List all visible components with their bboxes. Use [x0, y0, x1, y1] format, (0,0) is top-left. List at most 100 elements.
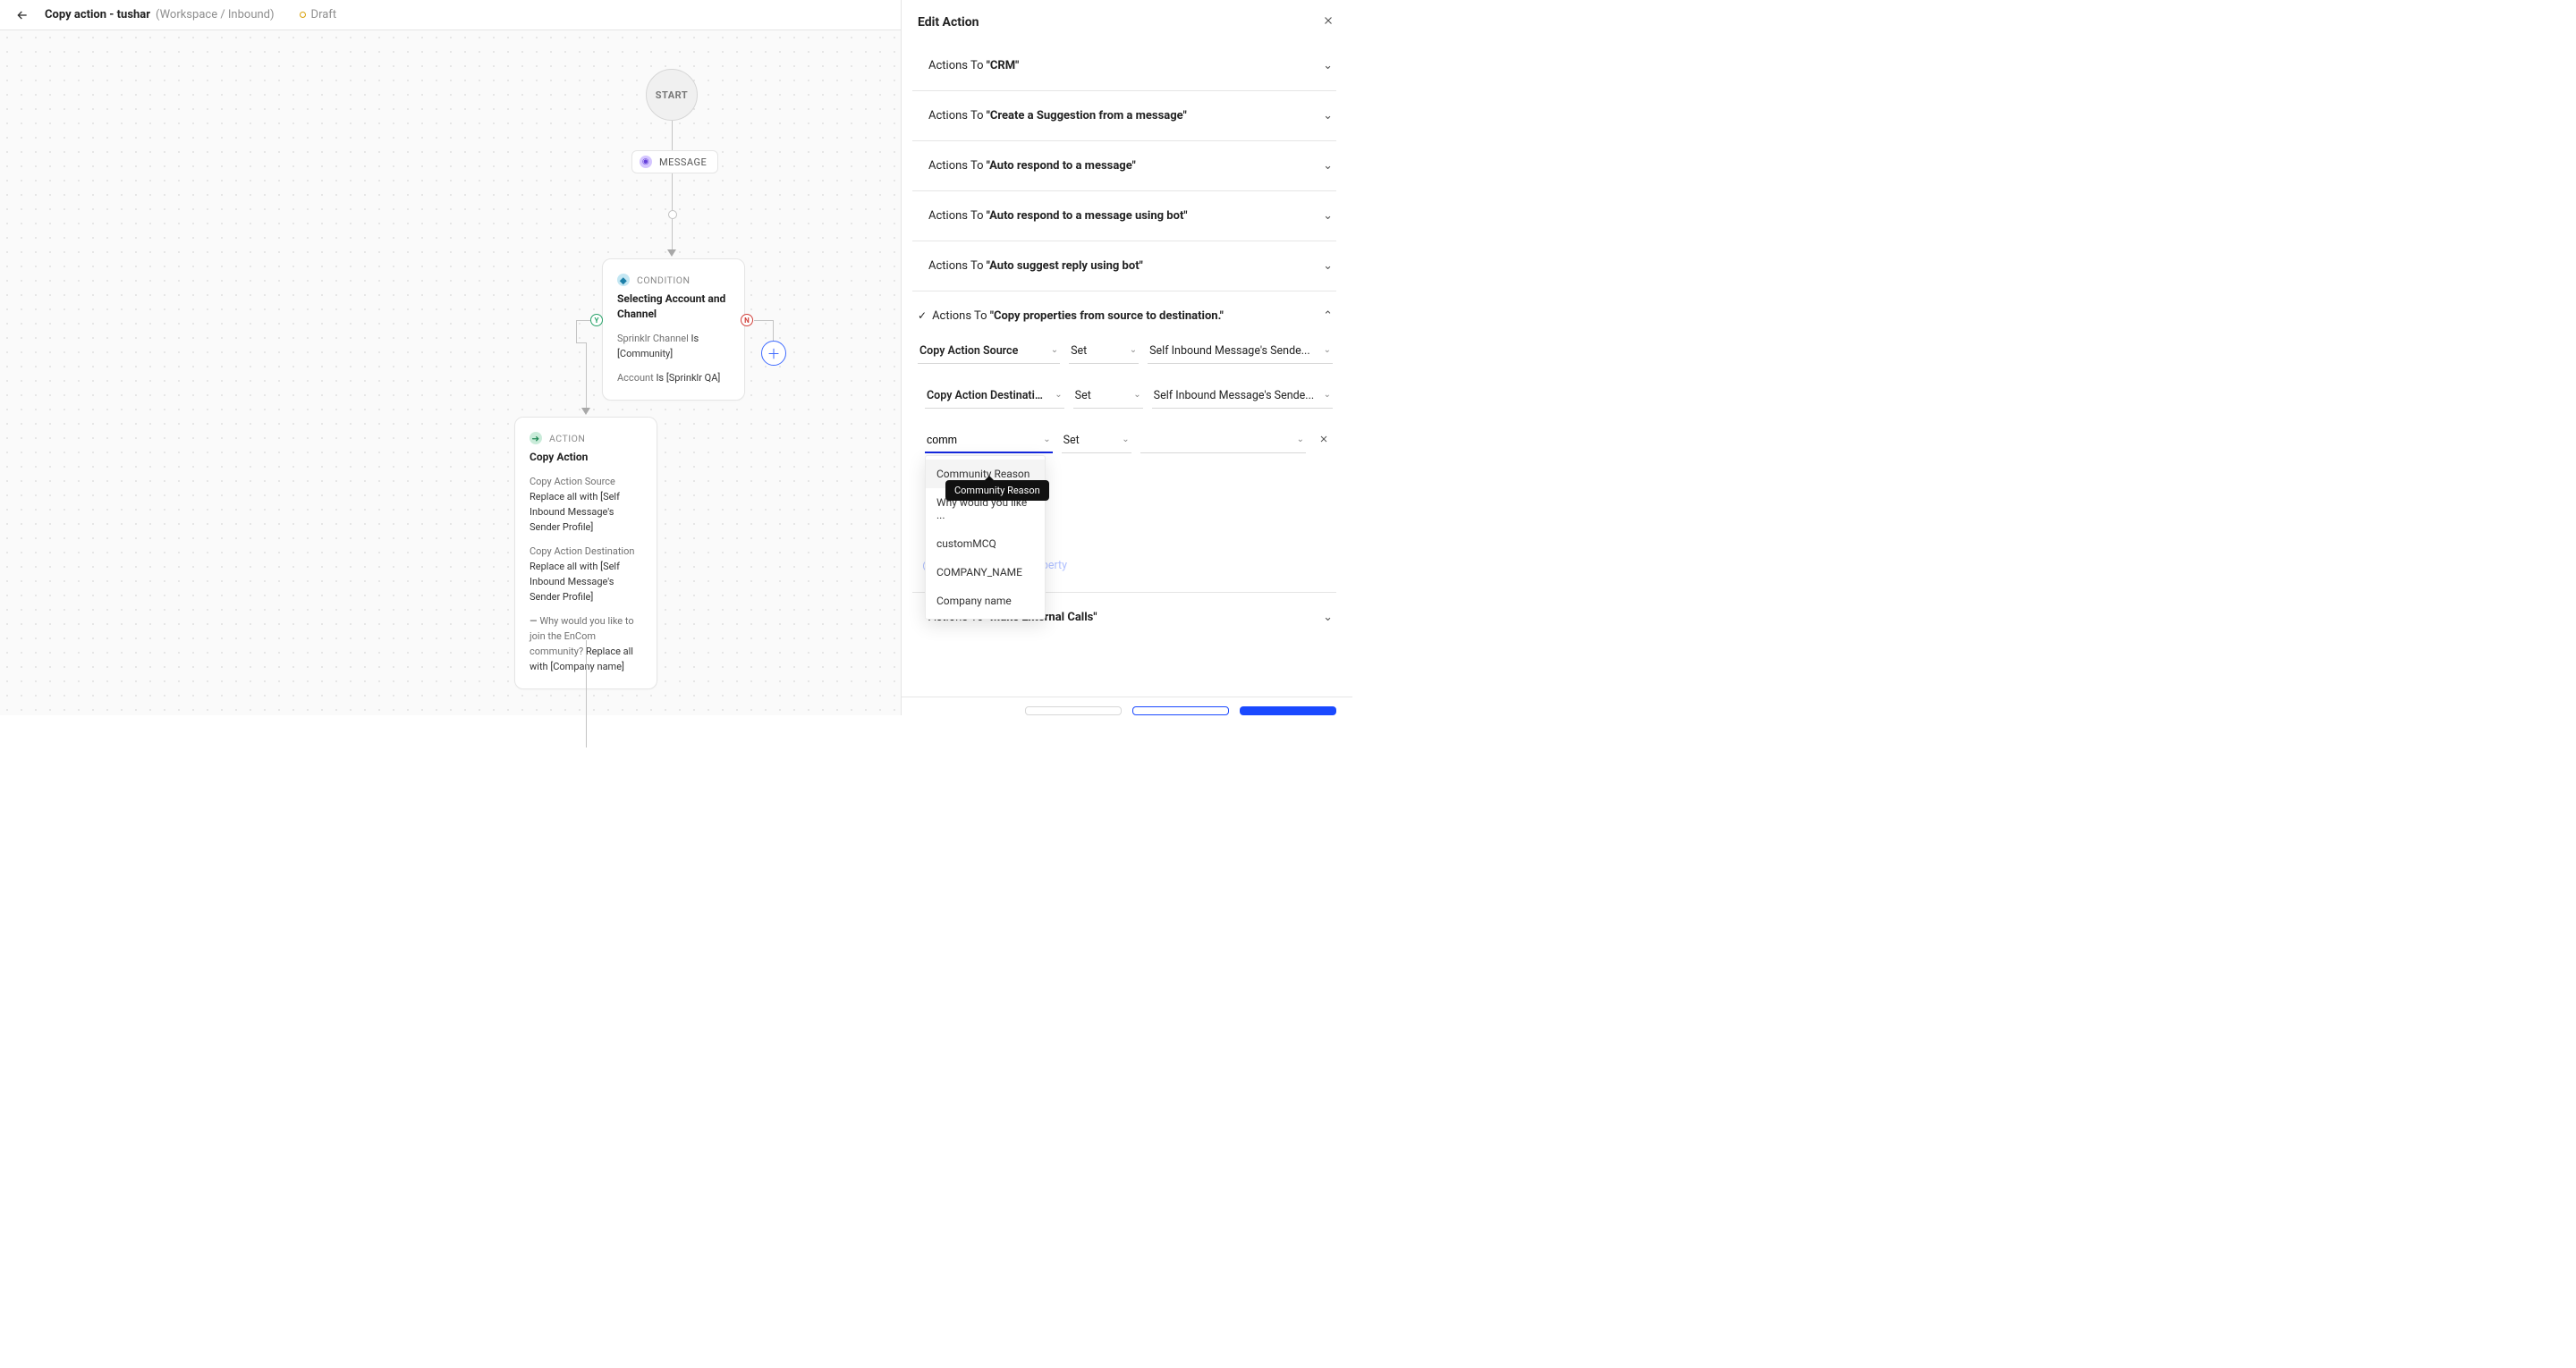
rule-field: Account	[617, 372, 656, 384]
y-label: Y	[595, 317, 599, 325]
node-junction[interactable]	[668, 210, 677, 219]
dropdown-option[interactable]: Community Reason Community Reason	[926, 460, 1045, 488]
workflow-canvas-wrapper: START ◉ MESSAGE ◆ CONDITION Selecting Ac…	[0, 30, 901, 715]
node-message[interactable]: ◉ MESSAGE	[631, 150, 718, 173]
rule-val: Replace all with [Self Inbound Message's…	[530, 491, 620, 533]
property-dropdown: Community Reason Community Reason Why wo…	[925, 455, 1046, 620]
accordion-copy-properties-header[interactable]: ✓ Actions To "Copy properties from source…	[918, 309, 1333, 323]
footer-button-2[interactable]	[1132, 706, 1229, 715]
connector	[773, 320, 774, 341]
connector	[576, 320, 577, 342]
title-main: Copy action - tushar	[45, 8, 150, 21]
source-op-select[interactable]: Set	[1069, 339, 1139, 364]
dropdown-option[interactable]: Company name	[926, 587, 1045, 615]
check-icon: ✓	[918, 309, 927, 322]
title-context: (Workspace / Inbound)	[156, 8, 275, 21]
connector	[586, 640, 587, 747]
connector	[576, 320, 590, 321]
message-icon: ◉	[640, 156, 652, 168]
accordion-name: "Auto suggest reply using bot"	[987, 259, 1143, 273]
property-op-select[interactable]: Set	[1062, 428, 1131, 453]
connector	[586, 342, 587, 410]
property-value-select[interactable]	[1140, 428, 1306, 453]
accordion-name: "CRM"	[987, 59, 1020, 72]
condition-title: Selecting Account and Channel	[617, 291, 730, 322]
rule-val: [Sprinklr QA]	[666, 372, 720, 384]
rule-op: Is	[656, 372, 665, 384]
option-label: Company name	[936, 595, 1012, 607]
option-label: COMPANY_NAME	[936, 566, 1022, 578]
chevron-down-icon: ⌄	[1323, 259, 1333, 273]
rule-val: Replace all with [Self Inbound Message's…	[530, 561, 620, 603]
accordion-name: "Copy properties from source to destinat…	[990, 309, 1224, 323]
action-title: Copy Action	[530, 450, 642, 465]
accordion-suggestion[interactable]: Actions To "Create a Suggestion from a m…	[912, 90, 1336, 140]
action-line-2: Copy Action Destination Replace all with…	[530, 544, 642, 604]
footer-button-1[interactable]	[1025, 706, 1122, 715]
accordion-name: "Auto respond to a message"	[987, 159, 1136, 173]
condition-rule-2: Account Is [Sprinklr QA]	[617, 370, 730, 385]
accordion-auto-suggest[interactable]: Actions To "Auto suggest reply using bot…	[912, 241, 1336, 291]
condition-rule-1: Sprinklr Channel Is [Community]	[617, 331, 730, 361]
config-row-destination: Copy Action Destination ⌄ Set ⌄ Self Inb…	[925, 384, 1333, 409]
rule-val: [Community]	[617, 348, 673, 359]
condition-icon: ◆	[617, 274, 630, 286]
arrow-down-icon	[667, 249, 676, 257]
connector	[754, 320, 774, 321]
status-chip: Draft	[300, 8, 337, 21]
dest-value-select[interactable]: Self Inbound Message's Sende...	[1152, 384, 1333, 409]
remove-row-button[interactable]	[1315, 428, 1333, 453]
accordion-prefix: Actions To	[928, 209, 987, 223]
page-title: Copy action - tushar (Workspace / Inboun…	[45, 8, 275, 21]
back-button[interactable]	[14, 7, 30, 23]
dropdown-option[interactable]: COMPANY_NAME	[926, 558, 1045, 587]
branch-yes-badge: Y	[590, 314, 603, 326]
accordion-name: "Auto respond to a message using bot"	[987, 209, 1188, 223]
connector	[672, 121, 673, 150]
connector	[672, 170, 673, 210]
panel-title: Edit Action	[918, 15, 979, 30]
node-message-label: MESSAGE	[659, 156, 707, 168]
property-search-input[interactable]	[925, 428, 1053, 453]
accordion-auto-respond-bot[interactable]: Actions To "Auto respond to a message us…	[912, 190, 1336, 241]
option-label: Community Reason	[936, 468, 1030, 480]
accordion-name: "Create a Suggestion from a message"	[987, 109, 1187, 122]
tooltip: Community Reason	[945, 480, 1049, 501]
add-node-button[interactable]: ＋	[761, 341, 786, 366]
branch-no-badge: N	[741, 314, 753, 326]
dest-field-select[interactable]: Copy Action Destination	[925, 384, 1064, 409]
n-label: N	[744, 317, 750, 325]
close-panel-button[interactable]	[1320, 13, 1336, 32]
source-value-select[interactable]: Self Inbound Message's Sende...	[1148, 339, 1333, 364]
accordion-prefix: Actions To	[928, 159, 987, 173]
connector	[672, 219, 673, 250]
dest-op-select[interactable]: Set	[1073, 384, 1143, 409]
dropdown-option[interactable]: customMCQ	[926, 529, 1045, 558]
chevron-down-icon: ⌄	[1323, 159, 1333, 173]
source-field-select[interactable]: Copy Action Source	[918, 339, 1060, 364]
card-type-text: CONDITION	[637, 274, 690, 286]
accordion-crm[interactable]: Actions To "CRM" ⌄	[912, 41, 1336, 90]
rule-op: Is	[691, 333, 699, 344]
accordion-copy-properties: ✓ Actions To "Copy properties from source…	[912, 291, 1336, 592]
accordion-prefix: Actions To	[932, 309, 990, 323]
node-condition[interactable]: ◆ CONDITION Selecting Account and Channe…	[602, 258, 745, 401]
action-icon: ➜	[530, 432, 542, 444]
action-line-1: Copy Action Source Replace all with [Sel…	[530, 474, 642, 535]
node-start-label: START	[656, 89, 688, 101]
footer-button-3[interactable]	[1240, 706, 1336, 715]
arrow-down-icon	[581, 408, 590, 415]
rule-field: Copy Action Destination	[530, 545, 634, 557]
panel-body[interactable]: Actions To "CRM" ⌄ Actions To "Create a …	[902, 41, 1352, 697]
status-text: Draft	[311, 8, 337, 21]
node-start[interactable]: START	[646, 69, 698, 121]
card-type-text: ACTION	[549, 433, 585, 444]
rule-field: Copy Action Source	[530, 476, 615, 487]
chevron-up-icon: ⌃	[1323, 309, 1333, 323]
workflow-canvas[interactable]: START ◉ MESSAGE ◆ CONDITION Selecting Ac…	[0, 30, 901, 715]
rule-dash: —	[530, 615, 539, 627]
accordion-auto-respond[interactable]: Actions To "Auto respond to a message" ⌄	[912, 140, 1336, 190]
rule-field: Sprinklr Channel	[617, 333, 691, 344]
config-row-property: ⌄ Community Reason Community Reason Why …	[925, 428, 1333, 453]
edit-action-panel: Edit Action Actions To "CRM" ⌄ Actions T…	[901, 0, 1352, 715]
